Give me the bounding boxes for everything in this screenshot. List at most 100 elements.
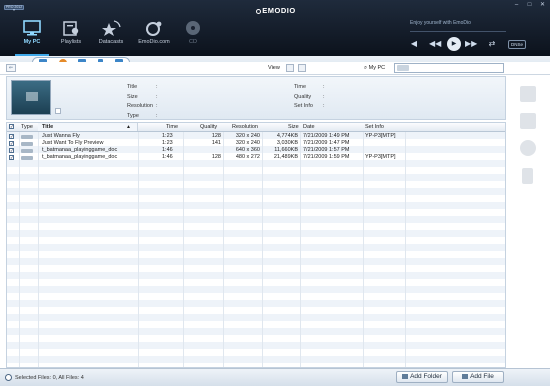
playback-progress[interactable] bbox=[410, 31, 506, 32]
device-icon[interactable] bbox=[522, 168, 533, 184]
row-stripe bbox=[7, 293, 505, 300]
nav-cd[interactable]: CD bbox=[176, 17, 210, 55]
cell-size: 11,660KB bbox=[274, 147, 298, 153]
cell-resolution: 320 x 240 bbox=[235, 133, 260, 139]
cell-quality: 128 bbox=[211, 154, 221, 160]
row-stripe bbox=[7, 286, 505, 293]
dnse-button[interactable]: DNSe bbox=[508, 40, 526, 49]
brand-logo: EMODIO bbox=[246, 6, 306, 15]
minimize-button[interactable]: – bbox=[512, 1, 521, 9]
info-resolution-label: Resolution bbox=[127, 103, 153, 109]
row-checkbox[interactable]: ✓ bbox=[9, 141, 14, 146]
column-divider bbox=[300, 132, 301, 367]
column-set-info[interactable]: Set Info bbox=[365, 124, 384, 131]
row-stripe bbox=[7, 279, 505, 286]
row-stripe bbox=[7, 328, 505, 335]
row-checkbox[interactable]: ✓ bbox=[9, 134, 14, 139]
close-button[interactable]: ✕ bbox=[538, 1, 547, 9]
repeat-icon[interactable]: ⇄ bbox=[487, 37, 497, 51]
row-checkbox[interactable]: ✓ bbox=[9, 155, 14, 160]
add-file-icon bbox=[462, 373, 469, 379]
cell-resolution: 320 x 240 bbox=[235, 140, 260, 146]
row-stripe bbox=[7, 314, 505, 321]
video-file-icon bbox=[21, 155, 33, 160]
column-quality[interactable]: Quality bbox=[200, 124, 217, 131]
cell-time: 1:23 bbox=[162, 140, 173, 146]
cell-time: 1:23 bbox=[162, 133, 173, 139]
column-divider bbox=[38, 132, 39, 367]
sync-icon[interactable] bbox=[520, 86, 536, 102]
row-stripe bbox=[7, 188, 505, 195]
top-bar: PRO 2012 ▾ EMODIO – □ ✕ My PC Playlists … bbox=[0, 0, 550, 56]
column-resolution[interactable]: Resolution bbox=[232, 124, 258, 131]
row-stripe bbox=[7, 342, 505, 349]
nav-datacasts[interactable]: Datacasts bbox=[94, 17, 128, 55]
add-folder-button[interactable]: Add Folder bbox=[396, 371, 448, 383]
row-stripe bbox=[7, 272, 505, 279]
table-row[interactable]: ✓ Just Wanna Fly 1:23 128 320 x 240 4,774KB 7/… bbox=[7, 133, 505, 140]
search-scope-dropdown[interactable] bbox=[397, 65, 409, 71]
row-stripe bbox=[7, 237, 505, 244]
add-folder-label: Add Folder bbox=[410, 373, 442, 380]
previous-button[interactable]: ◀◀ bbox=[429, 37, 441, 51]
row-stripe bbox=[7, 230, 505, 237]
web-icon bbox=[146, 21, 162, 36]
video-file-icon bbox=[21, 148, 33, 153]
cell-date: 7/21/2009 1:57 PM bbox=[303, 147, 350, 153]
info-size-label: Size bbox=[127, 94, 138, 100]
nav-label: My PC bbox=[23, 39, 41, 45]
row-stripe bbox=[7, 209, 505, 216]
toolbar: ⇐ View ⌕ My PC bbox=[0, 62, 550, 75]
cell-set-info: YP-P3[MTP] bbox=[365, 133, 396, 139]
add-file-label: Add File bbox=[470, 373, 494, 380]
video-file-icon bbox=[21, 141, 33, 146]
list-view-icon[interactable] bbox=[286, 64, 294, 72]
table-row[interactable]: ✓ Just Want To Fly Preview 1:23 141 320 x 24… bbox=[7, 140, 505, 147]
cell-title: Just Want To Fly Preview bbox=[42, 140, 104, 146]
column-time[interactable]: Time bbox=[166, 124, 178, 131]
back-button[interactable]: ⇐ bbox=[6, 64, 16, 72]
column-type[interactable]: Type bbox=[21, 124, 33, 131]
burn-icon[interactable] bbox=[520, 140, 536, 156]
row-stripe bbox=[7, 258, 505, 265]
column-divider bbox=[19, 132, 20, 367]
row-stripe bbox=[7, 244, 505, 251]
convert-icon[interactable] bbox=[520, 113, 536, 129]
cell-title: Just Wanna Fly bbox=[42, 133, 80, 139]
nav-label: CD bbox=[189, 39, 197, 45]
play-button[interactable]: ▶ bbox=[447, 37, 461, 51]
version-badge[interactable]: PRO 2012 ▾ bbox=[4, 5, 24, 12]
column-title-label: Title bbox=[42, 124, 54, 130]
row-stripe bbox=[7, 321, 505, 328]
volume-icon[interactable]: ◀ bbox=[409, 37, 419, 51]
row-stripe bbox=[7, 251, 505, 258]
cell-resolution: 640 x 360 bbox=[235, 147, 260, 153]
row-stripe bbox=[7, 167, 505, 174]
row-stripe bbox=[7, 356, 505, 363]
search-input[interactable] bbox=[394, 63, 504, 73]
info-type-label: Type bbox=[127, 113, 139, 119]
next-button[interactable]: ▶▶ bbox=[465, 37, 477, 51]
player-controls: ◀ ◀◀ ▶ ▶▶ ⇄ DNSe bbox=[407, 37, 542, 53]
brand-name: EMODIO bbox=[262, 6, 296, 15]
window-controls: – □ ✕ bbox=[506, 1, 550, 11]
column-size[interactable]: Size bbox=[288, 124, 299, 131]
row-stripe bbox=[7, 307, 505, 314]
thumbnail-toggle[interactable] bbox=[55, 108, 61, 114]
add-file-button[interactable]: Add File bbox=[452, 371, 504, 383]
monitor-icon bbox=[23, 20, 41, 36]
cell-set-info: YP-P3[MTP] bbox=[365, 154, 396, 160]
cell-date: 7/21/2009 1:59 PM bbox=[303, 154, 350, 160]
row-checkbox[interactable]: ✓ bbox=[9, 148, 14, 153]
info-title-label: Title bbox=[127, 84, 138, 90]
table-row[interactable]: ✓ t_batmanaa_playinggame_doc 1:46 640 x 360… bbox=[7, 147, 505, 154]
column-date[interactable]: Date bbox=[303, 124, 315, 131]
column-title[interactable]: Title ▲ bbox=[38, 123, 138, 131]
nav-playlists[interactable]: Playlists bbox=[54, 17, 88, 55]
nav-emodio-com[interactable]: EmoDio.com bbox=[137, 17, 171, 55]
nav-my-pc[interactable]: My PC bbox=[15, 17, 49, 56]
select-all-checkbox[interactable]: ✓ bbox=[9, 124, 14, 129]
maximize-button[interactable]: □ bbox=[525, 1, 534, 9]
table-row[interactable]: ✓ t_batmanaa_playinggame_doc 1:46 128 480 x … bbox=[7, 154, 505, 161]
thumbnail-view-icon[interactable] bbox=[298, 64, 306, 72]
